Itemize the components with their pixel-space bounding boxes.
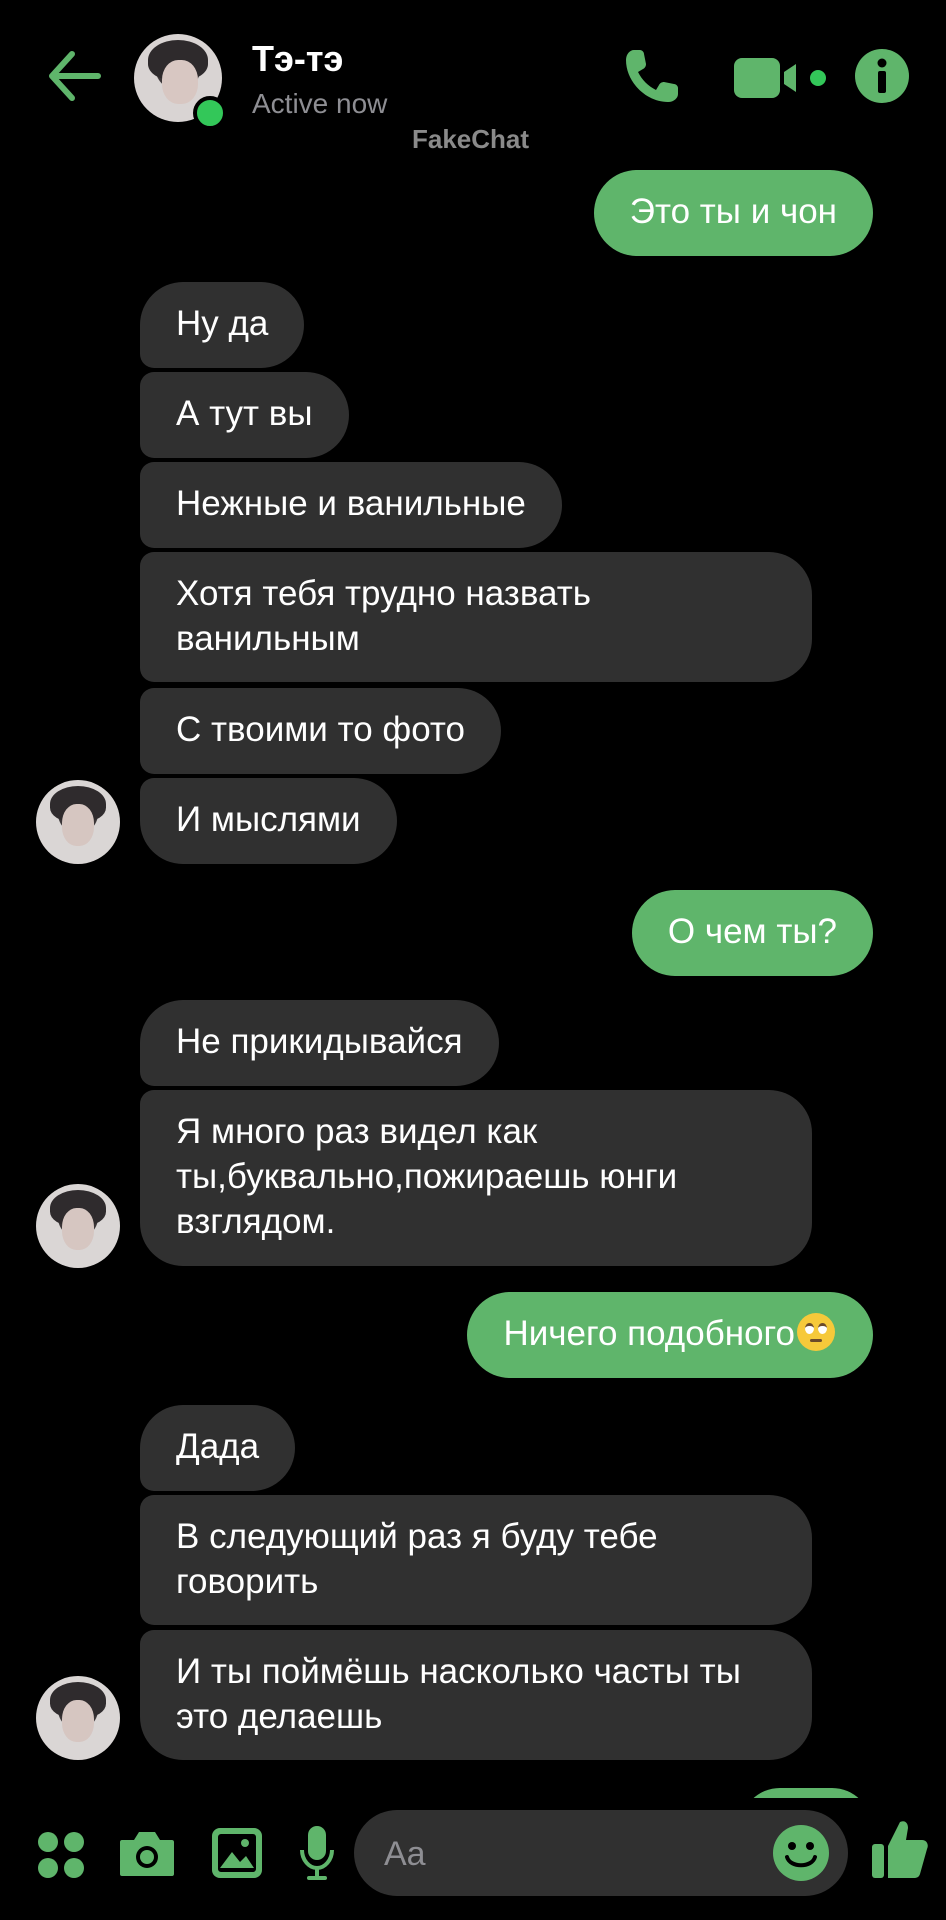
incoming-message[interactable]: Я много раз видел как ты,буквально,пожир… [140, 1090, 812, 1266]
contact-name[interactable]: Тэ-тэ [252, 38, 343, 80]
info-icon[interactable] [854, 48, 910, 104]
incoming-message[interactable]: Ну да [140, 282, 305, 368]
app-watermark: FakeChat [412, 124, 530, 154]
incoming-message[interactable]: А тут вы [140, 372, 349, 458]
camera-icon[interactable] [118, 1828, 176, 1880]
chat-screen: Тэ-тэ Active now FakeChat Это ты и чон Н… [0, 0, 946, 1920]
phone-icon[interactable] [620, 44, 684, 108]
outgoing-message[interactable]: Ничего подобного [467, 1292, 873, 1378]
emoji-icon[interactable] [772, 1824, 830, 1882]
message-text: Ничего подобного [503, 1314, 795, 1353]
apps-icon[interactable] [36, 1830, 86, 1880]
outgoing-message[interactable]: Это ты и чон [593, 170, 873, 256]
online-indicator [193, 96, 227, 130]
incoming-message[interactable]: И ты поймёшь насколько часты ты это дела… [140, 1630, 812, 1760]
incoming-message[interactable]: Хотя тебя трудно назвать ванильным [140, 552, 812, 682]
incoming-message[interactable]: Нежные и ванильные [140, 462, 562, 548]
rolling-eyes-emoji-icon [797, 1313, 835, 1351]
incoming-message[interactable]: С твоими то фото [140, 688, 502, 774]
gallery-icon[interactable] [210, 1826, 264, 1880]
thumbs-up-icon[interactable] [870, 1818, 930, 1880]
message-input[interactable] [382, 1828, 766, 1880]
chat-header: Тэ-тэ Active now FakeChat [0, 0, 946, 160]
contact-avatar-small[interactable] [36, 780, 120, 864]
back-button[interactable] [44, 48, 104, 104]
contact-avatar-small[interactable] [36, 1184, 120, 1268]
incoming-message[interactable]: Не прикидывайся [140, 1000, 499, 1086]
composer-bar [0, 1798, 946, 1920]
message-composer[interactable] [354, 1810, 848, 1896]
microphone-icon[interactable] [298, 1824, 336, 1884]
incoming-message[interactable]: И мыслями [140, 778, 397, 864]
contact-status: Active now [252, 88, 388, 119]
incoming-message[interactable]: Дада [140, 1405, 296, 1491]
outgoing-message[interactable]: О чем ты? [631, 890, 873, 976]
incoming-message[interactable]: В следующий раз я буду тебе говорить [140, 1495, 812, 1625]
contact-avatar-small[interactable] [36, 1676, 120, 1760]
video-camera-icon[interactable] [734, 54, 830, 102]
back-arrow-icon[interactable] [44, 48, 104, 104]
